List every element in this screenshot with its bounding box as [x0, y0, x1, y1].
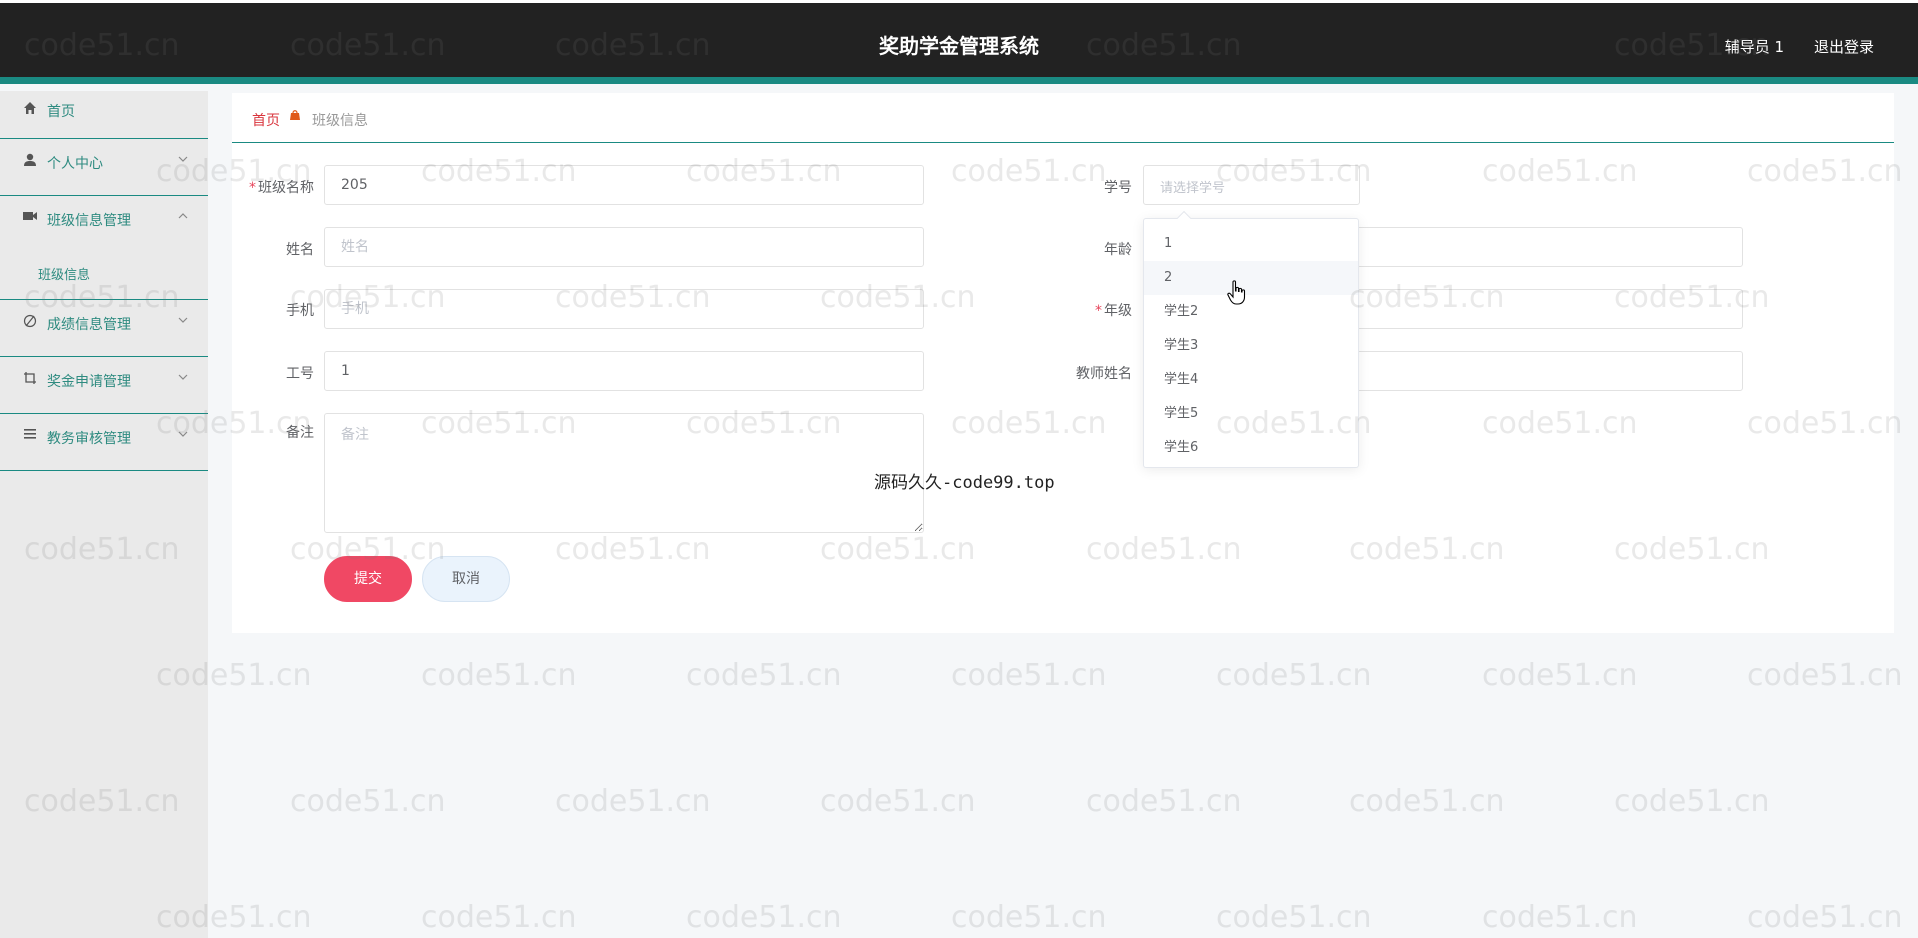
sidebar-item-label: 班级信息管理 — [47, 213, 131, 229]
sidebar-item-grade-info-management[interactable]: 成绩信息管理 — [0, 300, 208, 357]
watermark-text: code51.cn — [820, 784, 976, 819]
dropdown-option[interactable]: 学生6 — [1144, 431, 1358, 465]
home-icon — [22, 101, 38, 117]
dropdown-option[interactable]: 学生5 — [1144, 397, 1358, 431]
submit-button[interactable]: 提交 — [324, 556, 412, 602]
sidebar-subitem-class-info[interactable]: 班级信息 — [0, 248, 208, 300]
hand-pointer-icon — [1227, 280, 1247, 306]
dropdown-option[interactable]: 学生3 — [1144, 329, 1358, 363]
watermark-text: code51.cn — [290, 784, 446, 819]
watermark-text: code51.cn — [951, 900, 1107, 935]
top-header: 奖助学金管理系统 辅导员 1 退出登录 — [0, 0, 1918, 84]
work-no-input[interactable] — [324, 351, 924, 391]
student-no-select[interactable]: 请选择学号 — [1143, 165, 1360, 205]
class-name-input[interactable] — [324, 165, 924, 205]
sidebar-item-class-info-management[interactable]: 班级信息管理 — [0, 196, 208, 248]
form-card: 首页 班级信息 *班级名称 姓名 手机 工号 备注 提交 取消 学号 请选择学号… — [232, 93, 1894, 633]
work-no-label: 工号 — [286, 366, 314, 382]
name-input[interactable] — [324, 227, 924, 267]
breadcrumb-home[interactable]: 首页 — [252, 110, 280, 130]
watermark-text: code51.cn — [951, 658, 1107, 693]
sidebar-item-label: 奖金申请管理 — [47, 374, 131, 390]
watermark-text: code51.cn — [421, 658, 577, 693]
watermark-text: code51.cn — [686, 900, 842, 935]
chevron-down-icon — [178, 153, 188, 166]
sidebar-item-home[interactable]: 首页 — [0, 91, 208, 139]
watermark-text: code51.cn — [1216, 658, 1372, 693]
watermark-text: code51.cn — [1482, 900, 1638, 935]
chevron-down-icon — [178, 371, 188, 384]
remark-textarea[interactable] — [324, 413, 924, 533]
app-title: 奖助学金管理系统 — [879, 34, 1039, 58]
edit-icon — [22, 314, 38, 330]
watermark-text: code51.cn — [1482, 658, 1638, 693]
phone-input[interactable] — [324, 289, 924, 329]
age-label: 年龄 — [1104, 242, 1132, 258]
watermark-text: code51.cn — [555, 784, 711, 819]
bag-icon — [289, 109, 301, 125]
watermark-text: code51.cn — [1216, 900, 1372, 935]
student-no-dropdown: 1 2 学生2 学生3 学生4 学生5 学生6 — [1143, 210, 1359, 468]
chevron-down-icon — [178, 314, 188, 327]
logout-link[interactable]: 退出登录 — [1814, 36, 1874, 57]
list-icon — [22, 428, 38, 444]
dropdown-option[interactable]: 2 — [1144, 261, 1358, 295]
watermark-text: code51.cn — [1349, 784, 1505, 819]
user-icon — [22, 153, 38, 169]
dropdown-option[interactable]: 学生2 — [1144, 295, 1358, 329]
required-asterisk: * — [1095, 303, 1102, 319]
video-camera-icon — [22, 210, 38, 226]
crop-icon — [22, 371, 38, 387]
sidebar-item-label: 个人中心 — [47, 156, 103, 172]
phone-label: 手机 — [286, 303, 314, 319]
cancel-button[interactable]: 取消 — [422, 556, 510, 602]
class-name-label: * 班级名称 — [249, 180, 314, 196]
teacher-name-label: 教师姓名 — [1076, 366, 1132, 382]
dropdown-option[interactable]: 学生4 — [1144, 363, 1358, 397]
grade-label: * 年级 — [1095, 303, 1132, 319]
current-user-label: 辅导员 1 — [1724, 38, 1784, 56]
breadcrumb-current: 班级信息 — [312, 113, 368, 129]
watermark-text: code51.cn — [686, 658, 842, 693]
chevron-up-icon — [178, 210, 188, 223]
name-label: 姓名 — [286, 242, 314, 258]
sidebar-item-label: 首页 — [47, 104, 75, 120]
sidebar-subitem-label: 班级信息 — [38, 268, 91, 283]
watermark-text: code51.cn — [1086, 784, 1242, 819]
watermark-text: code51.cn — [1747, 900, 1903, 935]
sidebar: 首页 个人中心 班级信息管理 班级信息 成绩信息管理 奖金申请管理 教务审核管理 — [0, 91, 208, 938]
sidebar-item-academic-review-management[interactable]: 教务审核管理 — [0, 414, 208, 471]
remark-label: 备注 — [286, 425, 314, 441]
sidebar-item-personal-center[interactable]: 个人中心 — [0, 139, 208, 196]
sidebar-item-bonus-application-management[interactable]: 奖金申请管理 — [0, 357, 208, 414]
select-placeholder: 请选择学号 — [1160, 181, 1226, 196]
sidebar-item-label: 教务审核管理 — [47, 431, 131, 447]
student-no-label: 学号 — [1104, 180, 1132, 196]
watermark-text: code51.cn — [1747, 658, 1903, 693]
watermark-text: code51.cn — [421, 900, 577, 935]
chevron-down-icon — [178, 428, 188, 441]
breadcrumb: 首页 班级信息 — [232, 93, 1894, 143]
required-asterisk: * — [249, 180, 256, 196]
watermark-text: code51.cn — [1614, 784, 1770, 819]
dropdown-option[interactable]: 1 — [1144, 227, 1358, 261]
sidebar-item-label: 成绩信息管理 — [47, 317, 131, 333]
